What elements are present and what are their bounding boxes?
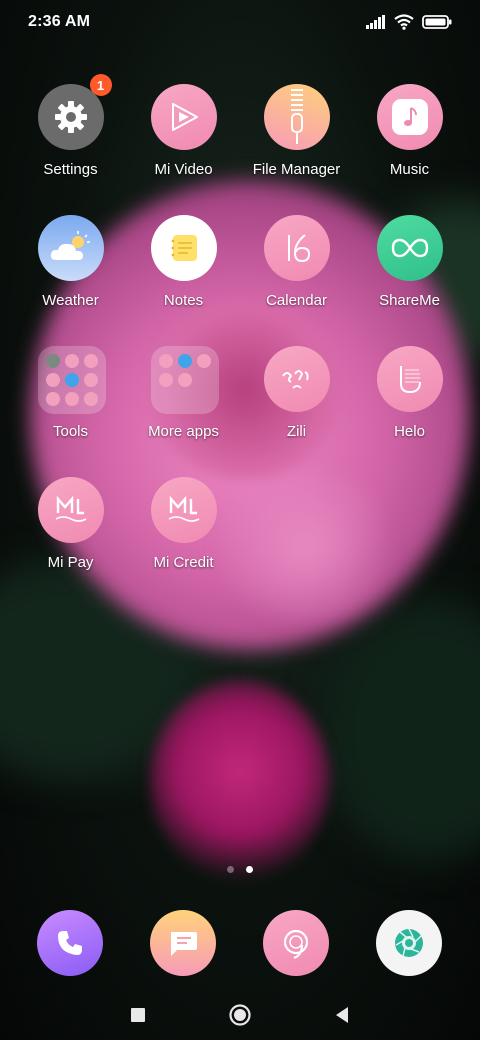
- app-label: File Manager: [252, 161, 341, 178]
- app-label: Notes: [163, 292, 204, 309]
- status-icons: [366, 14, 452, 30]
- dock-camera[interactable]: [376, 910, 442, 976]
- app-shareme[interactable]: ShareMe: [353, 215, 466, 335]
- app-notes[interactable]: Notes: [127, 215, 240, 335]
- folder-icon: [150, 346, 219, 414]
- clock: 2:36 AM: [28, 13, 91, 30]
- app-weather[interactable]: Weather: [14, 215, 127, 335]
- dock-browser[interactable]: [263, 910, 329, 976]
- app-settings[interactable]: 1 Settings: [14, 74, 127, 204]
- helo-logo-icon: [376, 346, 443, 412]
- battery-icon: [422, 15, 452, 29]
- recents-icon: [131, 1008, 145, 1022]
- app-label: Helo: [394, 423, 425, 440]
- app-label: Mi Video: [154, 161, 213, 178]
- app-label: Zili: [286, 423, 307, 440]
- app-label: Tools: [52, 423, 89, 440]
- navigation-bar: [0, 990, 480, 1040]
- app-mi-video[interactable]: Mi Video: [127, 84, 240, 204]
- home-button[interactable]: [224, 999, 256, 1031]
- signal-icon: [366, 15, 385, 29]
- cloud-sun-icon: [37, 215, 104, 281]
- app-calendar[interactable]: Calendar: [240, 215, 353, 335]
- folder-tools[interactable]: Tools: [14, 346, 127, 466]
- play-icon: [150, 84, 217, 150]
- app-label: Weather: [42, 292, 99, 309]
- notification-badge: 1: [89, 74, 112, 96]
- zili-logo-icon: [263, 346, 330, 412]
- dock-phone[interactable]: [37, 910, 103, 976]
- dock-messaging[interactable]: [150, 910, 216, 976]
- recents-button[interactable]: [122, 999, 154, 1031]
- mi-logo-icon: [37, 477, 104, 543]
- app-label: More apps: [148, 423, 219, 440]
- home-icon: [229, 1004, 251, 1026]
- browser-icon: [263, 910, 329, 976]
- notepad-icon: [150, 215, 217, 281]
- calendar-16-icon: [263, 215, 330, 281]
- app-label: Music: [389, 161, 430, 178]
- back-button[interactable]: [326, 999, 358, 1031]
- page-dot-active[interactable]: [246, 866, 253, 873]
- dock: [14, 910, 466, 978]
- app-file-manager[interactable]: File Manager: [240, 84, 353, 204]
- wifi-icon: [394, 14, 414, 30]
- infinity-icon: [376, 215, 443, 281]
- chat-bubble-icon: [150, 910, 216, 976]
- app-mi-pay[interactable]: Mi Pay: [14, 477, 127, 597]
- page-dot[interactable]: [227, 866, 234, 873]
- back-icon: [336, 1007, 348, 1023]
- app-music[interactable]: Music: [353, 84, 466, 204]
- app-label: Settings: [43, 161, 98, 178]
- phone-icon: [37, 910, 103, 976]
- camera-shutter-icon: [376, 910, 442, 976]
- music-note-icon: [376, 84, 443, 150]
- app-label: ShareMe: [379, 292, 440, 309]
- folder-icon: [37, 346, 106, 414]
- status-bar: 2:36 AM: [0, 0, 480, 44]
- folder-more-apps[interactable]: More apps: [127, 346, 240, 466]
- mi-logo-icon: [150, 477, 217, 543]
- page-indicator: [0, 866, 480, 873]
- app-mi-credit[interactable]: Mi Credit: [127, 477, 240, 597]
- zipper-icon: [263, 84, 330, 150]
- app-label: Calendar: [266, 292, 327, 309]
- app-zili[interactable]: Zili: [240, 346, 353, 466]
- app-label: Mi Credit: [153, 554, 214, 571]
- app-label: Mi Pay: [47, 554, 94, 571]
- app-helo[interactable]: Helo: [353, 346, 466, 466]
